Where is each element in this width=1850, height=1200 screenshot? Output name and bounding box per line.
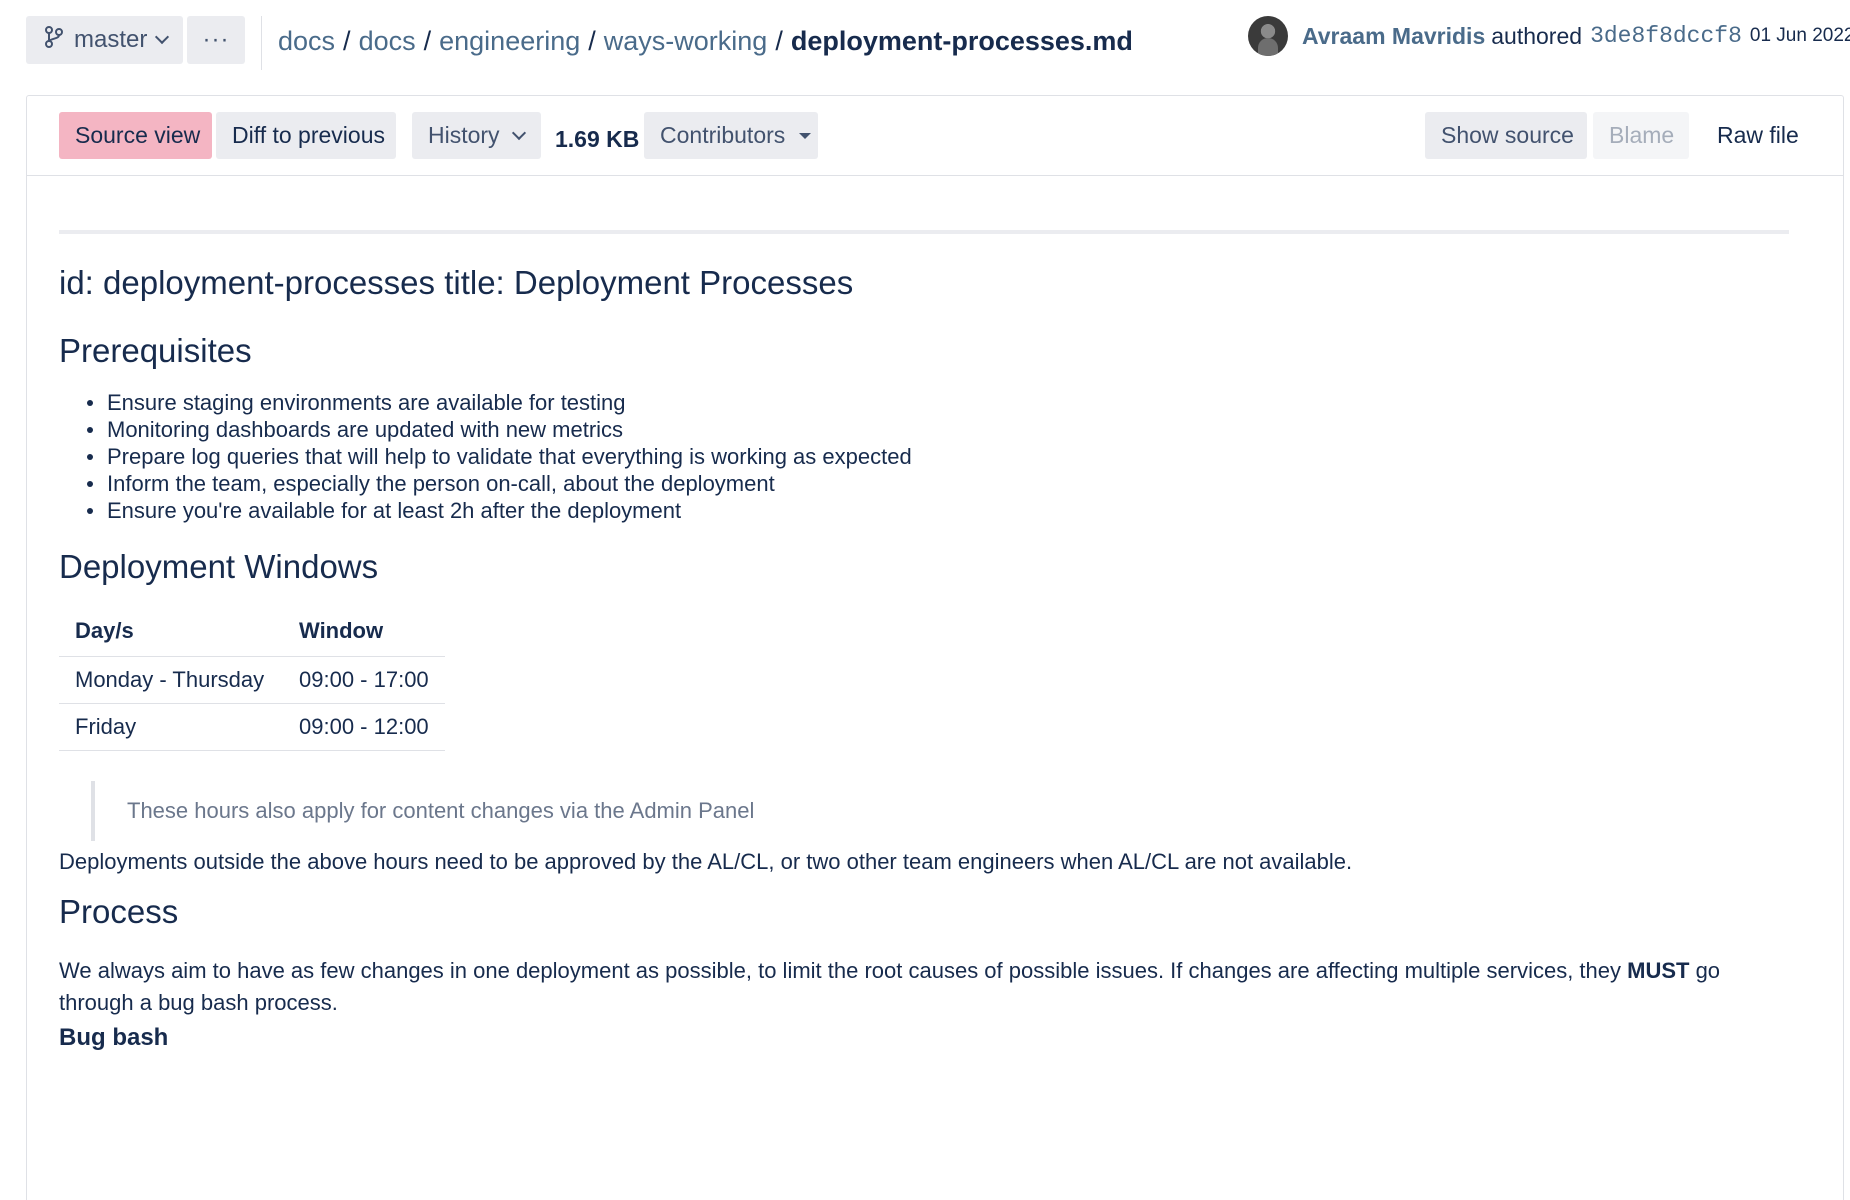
chevron-down-icon bbox=[155, 29, 170, 45]
show-source-button[interactable]: Show source bbox=[1425, 112, 1587, 159]
authored-label: authored bbox=[1491, 22, 1583, 49]
caret-down-icon bbox=[799, 132, 812, 139]
list-item: Prepare log queries that will help to va… bbox=[87, 443, 912, 470]
deployment-windows-table: Day/s Window Monday - Thursday 09:00 - 1… bbox=[59, 606, 445, 751]
table-cell: Monday - Thursday bbox=[59, 656, 283, 704]
list-item: Ensure you're available for at least 2h … bbox=[87, 497, 912, 524]
blockquote: These hours also apply for content chang… bbox=[91, 781, 791, 841]
ellipsis-icon: ··· bbox=[202, 26, 230, 53]
breadcrumb-separator: / bbox=[588, 26, 596, 56]
list-item: Inform the team, especially the person o… bbox=[87, 470, 912, 497]
breadcrumb-item-ways-working[interactable]: ways-working bbox=[604, 26, 768, 56]
breadcrumb-item-docs[interactable]: docs bbox=[278, 26, 335, 56]
process-text-before: We always aim to have as few changes in … bbox=[59, 958, 1628, 983]
table-row: Monday - Thursday 09:00 - 17:00 bbox=[59, 656, 445, 704]
breadcrumb: docs / docs / engineering / ways-working / deplo… bbox=[278, 26, 1133, 57]
table-cell: 09:00 - 12:00 bbox=[283, 703, 445, 751]
blame-button: Blame bbox=[1593, 112, 1689, 159]
file-header: master ··· docs / docs / engineering / ways-wo… bbox=[26, 16, 1850, 70]
file-panel: Source view Diff to previous History 1.6… bbox=[26, 95, 1844, 1200]
file-size: 1.69 KB bbox=[555, 126, 640, 152]
heading-bug-bash: Bug bash bbox=[59, 1024, 169, 1051]
contributors-dropdown[interactable]: Contributors bbox=[644, 112, 818, 159]
process-text-strong: MUST bbox=[1627, 958, 1690, 983]
history-dropdown[interactable]: History bbox=[412, 112, 541, 159]
approval-note: Deployments outside the above hours need… bbox=[59, 849, 1353, 874]
column-header-window: Window bbox=[283, 606, 445, 657]
breadcrumb-separator: / bbox=[423, 26, 432, 56]
source-view-button[interactable]: Source view bbox=[59, 112, 212, 159]
process-paragraph: We always aim to have as few changes in … bbox=[59, 955, 1789, 1019]
header-divider bbox=[261, 16, 262, 70]
history-label: History bbox=[428, 122, 500, 148]
front-matter-divider bbox=[59, 230, 1789, 234]
contributors-label: Contributors bbox=[660, 122, 786, 148]
breadcrumb-separator: / bbox=[775, 26, 783, 56]
breadcrumb-item-engineering[interactable]: engineering bbox=[439, 26, 580, 56]
commit-hash-link[interactable]: 3de8f8dccf8 bbox=[1590, 23, 1742, 49]
chevron-down-icon bbox=[511, 125, 526, 140]
table-cell: Friday bbox=[59, 703, 283, 751]
breadcrumb-current-file: deployment-processes.md bbox=[790, 26, 1133, 56]
author-link[interactable]: Avraam Mavridis bbox=[1302, 23, 1485, 50]
diff-to-previous-button[interactable]: Diff to previous bbox=[216, 112, 396, 159]
branch-label: master bbox=[74, 26, 148, 53]
list-item: Ensure staging environments are availabl… bbox=[87, 389, 912, 416]
heading-process: Process bbox=[59, 893, 179, 930]
breadcrumb-separator: / bbox=[343, 26, 351, 56]
branch-icon bbox=[44, 25, 64, 55]
commit-info: Avraam Mavridis authored 3de8f8dccf8 01 … bbox=[1248, 16, 1850, 56]
prerequisites-list: Ensure staging environments are availabl… bbox=[87, 389, 912, 524]
table-cell: 09:00 - 17:00 bbox=[283, 656, 445, 704]
table-row: Friday 09:00 - 12:00 bbox=[59, 703, 445, 751]
breadcrumb-item-docs-2[interactable]: docs bbox=[359, 26, 416, 56]
avatar[interactable] bbox=[1248, 16, 1288, 56]
file-toolbar: Source view Diff to previous History 1.6… bbox=[27, 96, 1843, 176]
raw-file-button[interactable]: Raw file bbox=[1701, 112, 1833, 159]
front-matter-heading: id: deployment-processes title: Deployme… bbox=[59, 264, 854, 301]
branch-selector[interactable]: master bbox=[26, 16, 183, 64]
heading-deployment-windows: Deployment Windows bbox=[59, 548, 379, 585]
more-actions-button[interactable]: ··· bbox=[187, 16, 245, 64]
heading-prerequisites: Prerequisites bbox=[59, 332, 252, 369]
list-item: Monitoring dashboards are updated with n… bbox=[87, 416, 912, 443]
commit-date: 01 Jun 2022 bbox=[1749, 25, 1850, 46]
column-header-days: Day/s bbox=[59, 606, 283, 657]
table-header-row: Day/s Window bbox=[59, 606, 445, 657]
blockquote-text: These hours also apply for content chang… bbox=[127, 798, 755, 823]
